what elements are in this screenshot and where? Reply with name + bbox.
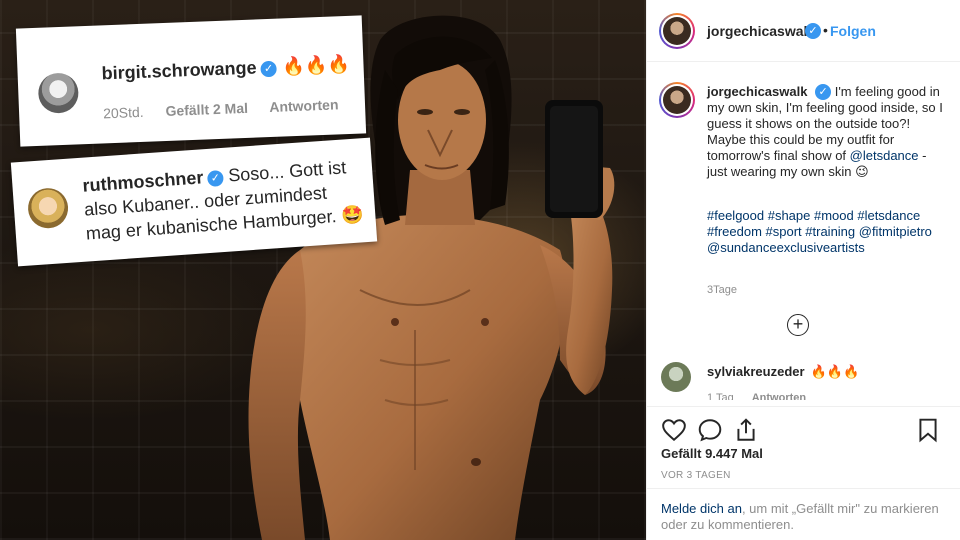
login-link[interactable]: Melde dich an [661,501,742,516]
plus-circle-icon[interactable]: + [787,314,809,336]
comment-meta: 20Std. Gefällt 2 Mal Antworten [102,96,357,122]
comment-time: 1 Tag [707,392,734,400]
comment-text: 🔥🔥🔥 [810,364,860,379]
comment-meta: 1 Tag Antworten [707,392,806,400]
author-username[interactable]: jorgechicaswalk [707,23,815,39]
like-count[interactable]: Gefällt 9.447 Mal [661,446,763,461]
overlay-comment-card: birgit.schrowange ✓ 🔥🔥🔥 20Std. Gefällt 2 M… [15,15,367,147]
comment-username[interactable]: ruthmoschner [82,167,204,195]
avatar[interactable] [659,13,695,49]
comment-line: birgit.schrowange ✓ 🔥🔥🔥 [101,54,350,85]
bookmark-icon[interactable] [915,417,941,443]
post-header: jorgechicaswalk ✓ • Folgen [647,0,960,62]
post-sidebar: jorgechicaswalk ✓ • Folgen jorgechicaswa… [646,0,960,540]
verified-badge-icon: ✓ [805,23,821,39]
separator-dot: • [823,22,828,38]
heart-icon[interactable] [661,417,687,443]
avatar[interactable] [661,362,691,392]
login-prompt: Melde dich an, um mit „Gefällt mir" zu m… [647,488,960,540]
comments-scroll-area[interactable]: jorgechicaswalk ✓ I'm feeling good in my… [647,74,960,400]
comment-text: Soso... Gott ist also Kubaner.. oder zum… [83,157,365,244]
post-caption: jorgechicaswalk ✓ I'm feeling good in my… [707,84,943,180]
mention-link[interactable]: @letsdance [850,148,919,163]
comment-username[interactable]: sylviakreuzeder [707,364,805,379]
verified-badge-icon: ✓ [206,169,224,187]
comment-time: 20Std. [102,103,144,122]
avatar [26,186,70,230]
comment-line: sylviakreuzeder 🔥🔥🔥 [707,364,859,380]
avatar [37,72,80,114]
verified-badge-icon: ✓ [815,84,832,100]
avatar[interactable] [659,82,695,118]
verified-badge-icon: ✓ [260,60,277,78]
share-icon[interactable] [733,417,759,443]
action-bar [647,406,960,446]
speech-bubble-icon[interactable] [697,417,723,443]
reply-link[interactable]: Antworten [752,392,806,400]
comment-text: 🔥🔥🔥 [282,53,351,77]
comment-item: sylviakreuzeder 🔥🔥🔥 1 Tag Antworten [647,360,960,400]
reply-link[interactable]: Antworten [269,96,339,115]
hashtag-list[interactable]: #feelgood #shape #mood #letsdance #freed… [707,208,947,256]
post-photo: birgit.schrowange ✓ 🔥🔥🔥 20Std. Gefällt 2 M… [0,0,646,540]
comment-likes[interactable]: Gefällt 2 Mal [165,100,248,119]
follow-button[interactable]: Folgen [830,23,876,39]
caption-username[interactable]: jorgechicaswalk [707,84,807,99]
comment-username[interactable]: birgit.schrowange [101,57,257,83]
comment-line: ruthmoschner ✓ Soso... Gott ist also Kuba… [82,154,366,245]
caption-age: 3Tage [707,284,737,296]
post-date: VOR 3 TAGEN [661,470,731,481]
